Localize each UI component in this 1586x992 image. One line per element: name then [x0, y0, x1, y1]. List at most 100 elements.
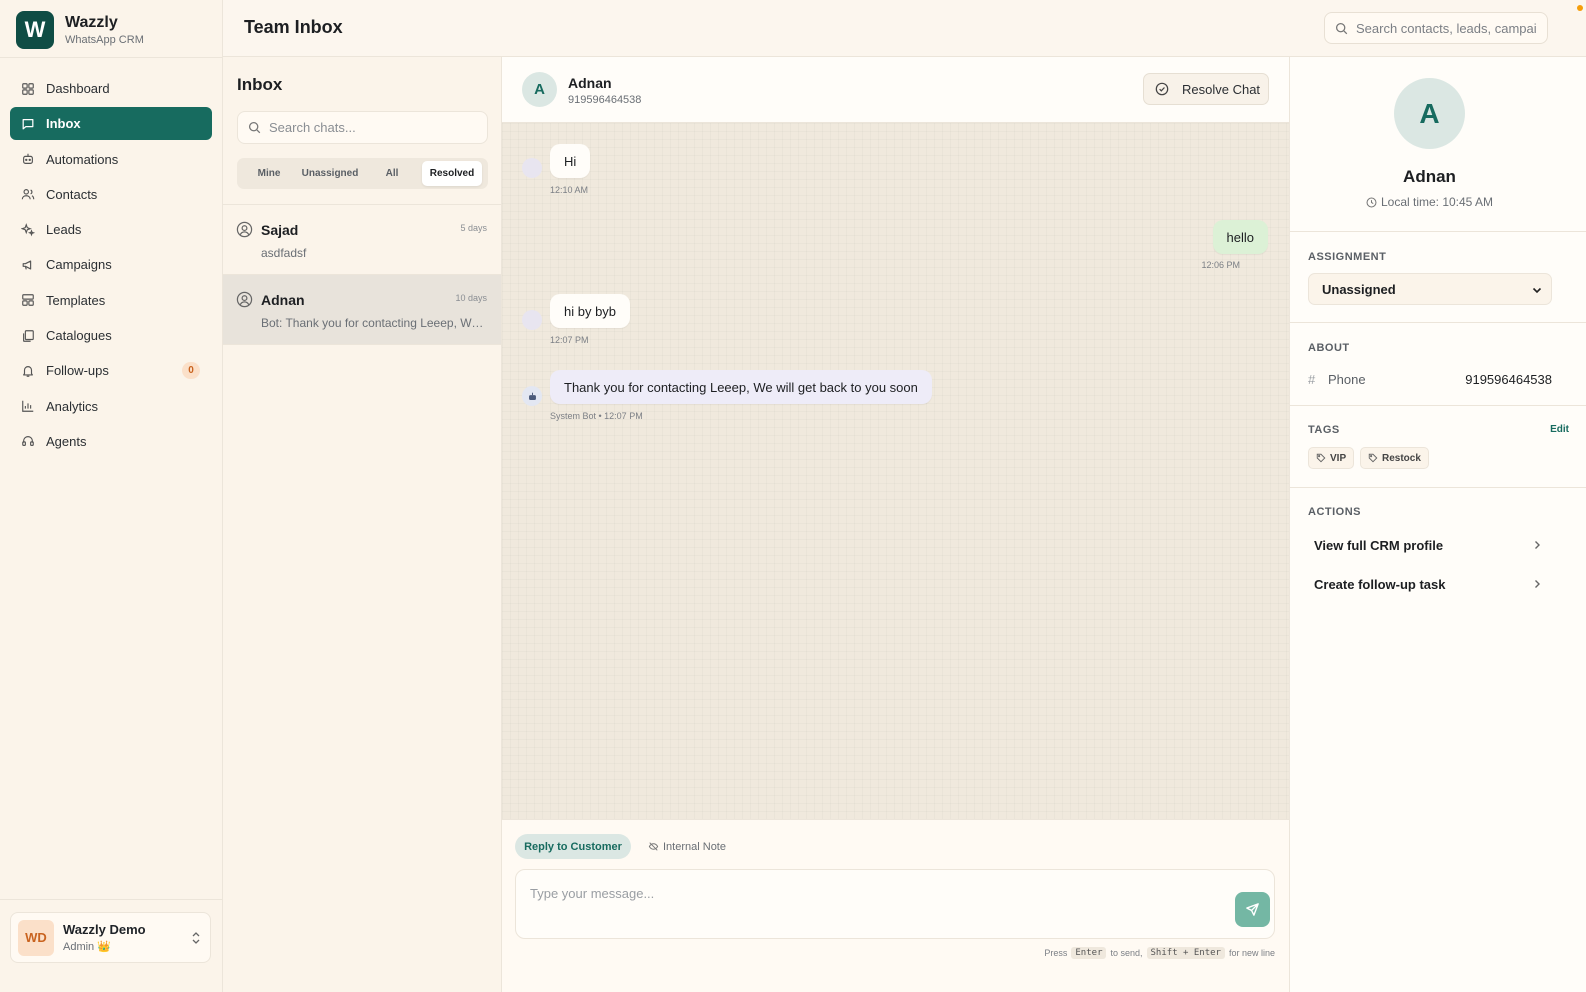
brand[interactable]: W Wazzly WhatsApp CRM: [16, 11, 144, 49]
chat-preview: asdfadsf: [261, 246, 307, 260]
message-input[interactable]: [530, 886, 1210, 926]
hint-text: Press: [1044, 948, 1068, 958]
chat-preview: Bot: Thank you for contacting Leeep, We …: [261, 316, 487, 330]
sidebar-item-label: Catalogues: [46, 328, 112, 344]
sidebar-item-contacts[interactable]: Contacts: [10, 178, 212, 211]
sidebar-item-label: Campaigns: [46, 257, 112, 273]
message-time: 12:06 PM: [1201, 260, 1240, 270]
user-circle-icon: [236, 291, 253, 308]
message-time: 12:07 PM: [550, 335, 589, 345]
tag-chip[interactable]: VIP: [1308, 447, 1355, 469]
sidebar-item-campaigns[interactable]: Campaigns: [10, 248, 212, 281]
resolve-chat-label: Resolve Chat: [1182, 81, 1261, 97]
page-title: Team Inbox: [244, 17, 343, 37]
create-follow-up-action[interactable]: Create follow-up task: [1308, 569, 1552, 599]
section-divider: [1290, 487, 1586, 488]
tab-resolved[interactable]: Resolved: [422, 161, 482, 186]
sidebar-item-catalogues[interactable]: Catalogues: [10, 319, 212, 352]
tag-label: VIP: [1330, 452, 1347, 464]
status-dot: [1577, 5, 1583, 11]
user-menu[interactable]: WD Wazzly Demo Admin 👑: [10, 912, 211, 963]
brand-logo: W: [16, 11, 54, 49]
tab-unassigned[interactable]: Unassigned: [298, 161, 362, 186]
sidebar-item-label: Dashboard: [46, 81, 110, 96]
sender-avatar: [522, 158, 542, 178]
sidebar-item-agents[interactable]: Agents: [10, 425, 212, 458]
message-input-box: [515, 869, 1275, 939]
conversation-header: A Adnan 919596464538 Resolve Chat: [502, 57, 1289, 123]
edit-tags-button[interactable]: Edit: [1550, 424, 1569, 435]
phone-label: Phone: [1328, 371, 1366, 387]
brand-name: Wazzly: [65, 14, 118, 31]
user-role: Admin 👑: [63, 941, 111, 953]
sidebar-item-label: Contacts: [46, 186, 98, 202]
bell-icon: [20, 363, 36, 379]
assignment-select[interactable]: Unassigned: [1308, 273, 1552, 305]
follow-ups-count-badge: 0: [182, 362, 200, 380]
message-thread: Hi 12:10 AM hello 12:06 PM hi by byb 12:…: [502, 123, 1289, 819]
chat-list-item-selected[interactable]: Adnan 10 days Bot: Thank you for contact…: [223, 275, 501, 345]
sidebar-item-label: Templates: [46, 292, 106, 308]
sparkles-icon: [20, 222, 36, 238]
local-time-text: Local time: 10:45 AM: [1380, 195, 1494, 209]
internal-note-tab[interactable]: Internal Note: [648, 834, 726, 859]
chat-list-item[interactable]: Sajad 5 days asdfadsf: [223, 205, 501, 275]
action-label: Create follow-up task: [1314, 576, 1446, 592]
conversation-contact-name: Adnan: [568, 75, 612, 91]
chevrons-up-down-icon: [192, 932, 200, 944]
sidebar-item-leads[interactable]: Leads: [10, 213, 212, 246]
bot-avatar: [522, 386, 542, 406]
tag-icon: [1316, 453, 1326, 463]
sidebar-item-follow-ups[interactable]: Follow-ups 0: [10, 354, 212, 387]
inbox-filter-tabs: Mine Unassigned All Resolved: [237, 158, 488, 189]
search-icon: [248, 121, 261, 134]
bot-icon: [528, 392, 536, 400]
hint-text: for new line: [1228, 948, 1275, 958]
sidebar-item-dashboard[interactable]: Dashboard: [10, 72, 212, 105]
avatar: A: [1394, 78, 1465, 149]
sidebar-item-templates[interactable]: Templates: [10, 284, 212, 317]
inbox-title: Inbox: [237, 75, 283, 94]
search-input[interactable]: [1356, 20, 1536, 36]
chat-search-input[interactable]: [269, 120, 469, 135]
chat-search[interactable]: [237, 111, 488, 144]
global-search[interactable]: [1324, 12, 1548, 44]
contact-details-panel: A Adnan Local time: 10:45 AM ASSIGNMENT …: [1289, 57, 1586, 992]
message-time: 12:10 AM: [550, 185, 589, 195]
action-label: View full CRM profile: [1314, 537, 1444, 553]
headset-icon: [20, 433, 36, 449]
avatar: WD: [18, 919, 54, 956]
megaphone-icon: [20, 257, 36, 273]
tag-label: Restock: [1382, 452, 1421, 464]
section-divider: [1290, 322, 1586, 323]
sidebar-item-analytics[interactable]: Analytics: [10, 390, 212, 423]
tag-chip[interactable]: Restock: [1360, 447, 1429, 469]
grid-icon: [20, 81, 36, 97]
phone-value: 919596464538: [1465, 371, 1552, 387]
sidebar-divider: [0, 899, 222, 900]
resolve-chat-button[interactable]: Resolve Chat: [1143, 73, 1269, 105]
bar-chart-icon: [20, 398, 36, 414]
phone-row: # Phone 919596464538: [1308, 370, 1552, 388]
bot-icon: [20, 151, 36, 167]
user-circle-icon: [236, 221, 253, 238]
chevron-right-icon: [1535, 580, 1540, 588]
main-nav: Dashboard Inbox Automations Contacts Lea…: [10, 72, 212, 460]
sender-avatar: [522, 310, 542, 330]
tab-all[interactable]: All: [362, 161, 422, 186]
top-bar: Team Inbox: [223, 0, 1586, 57]
send-icon: [1246, 903, 1259, 916]
tags-title: TAGS: [1308, 424, 1340, 436]
about-title: ABOUT: [1308, 342, 1350, 354]
chevron-right-icon: [1535, 541, 1540, 549]
clock-icon: [1366, 197, 1377, 207]
internal-note-label: Internal Note: [663, 840, 726, 853]
send-button[interactable]: [1235, 892, 1270, 927]
tab-mine[interactable]: Mine: [240, 161, 298, 186]
sidebar-item-label: Agents: [46, 433, 87, 449]
sidebar-item-inbox[interactable]: Inbox: [10, 107, 212, 141]
view-crm-profile-action[interactable]: View full CRM profile: [1308, 530, 1552, 560]
sidebar-item-automations[interactable]: Automations: [10, 143, 212, 176]
reply-to-customer-tab[interactable]: Reply to Customer: [515, 834, 631, 859]
brand-subtitle: WhatsApp CRM: [65, 34, 144, 46]
